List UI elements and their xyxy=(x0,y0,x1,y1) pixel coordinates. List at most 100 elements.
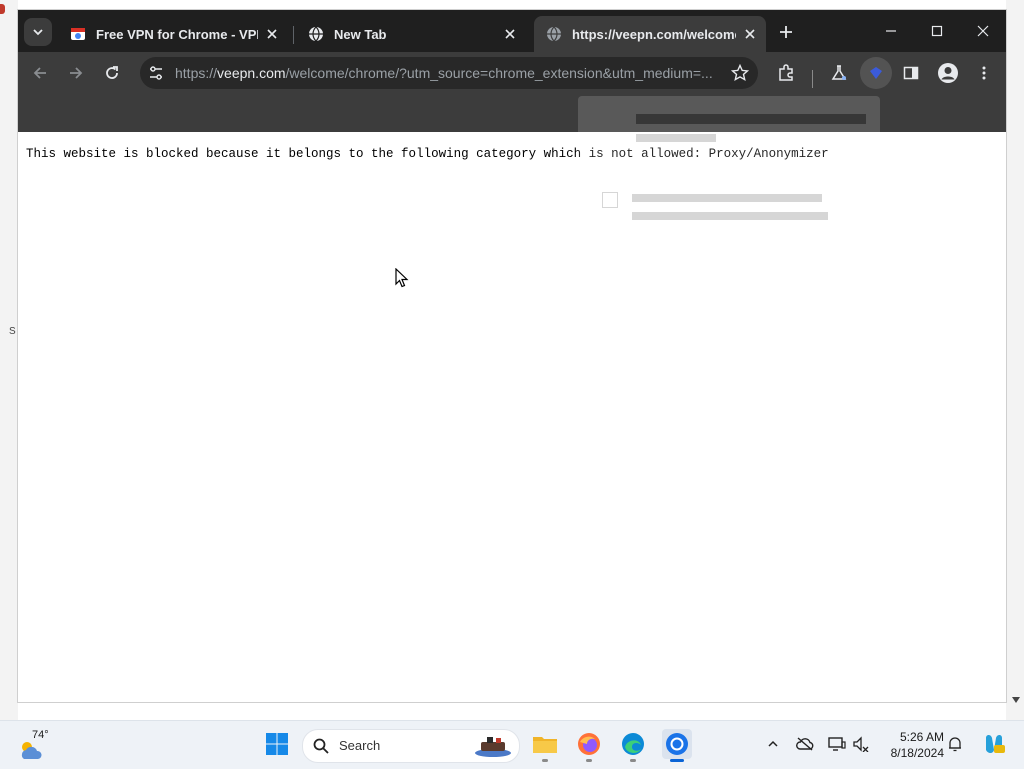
puzzle-icon xyxy=(779,64,793,81)
back-button[interactable] xyxy=(26,59,54,87)
close-icon xyxy=(977,25,989,37)
search-icon xyxy=(313,738,329,754)
faded-extension-popup xyxy=(578,96,880,246)
tab-veepn-welcome[interactable]: https://veepn.com/welcome/c xyxy=(534,16,766,52)
new-tab-button[interactable] xyxy=(776,22,796,42)
edge-icon xyxy=(622,733,644,755)
minimize-icon xyxy=(886,30,896,32)
scroll-down-arrow[interactable] xyxy=(1012,697,1020,703)
toolbar-divider xyxy=(812,70,813,88)
faded-text-line xyxy=(632,212,828,220)
profile-button[interactable] xyxy=(934,59,962,87)
maximize-button[interactable] xyxy=(922,18,952,44)
chevron-up-icon xyxy=(768,740,778,747)
desktop-edge-text: S xyxy=(9,326,16,337)
copilot-icon xyxy=(986,735,1005,753)
faded-text-line xyxy=(632,194,822,202)
minimize-button[interactable] xyxy=(876,18,906,44)
speaker-muted-icon xyxy=(853,736,869,752)
clock-date: 8/18/2024 xyxy=(890,746,944,760)
address-url[interactable]: https://veepn.com/welcome/chrome/?utm_so… xyxy=(175,65,723,81)
notifications-button[interactable] xyxy=(946,735,964,753)
tab-title: https://veepn.com/welcome/c xyxy=(572,26,736,42)
firefox-icon xyxy=(578,733,600,755)
faded-text-line xyxy=(636,134,716,142)
desktop-icon-fragment xyxy=(0,4,5,14)
more-vert-icon xyxy=(982,66,986,80)
running-indicator xyxy=(630,759,636,762)
maximize-icon xyxy=(931,25,943,37)
forward-button[interactable] xyxy=(62,59,90,87)
url-scheme: https:// xyxy=(175,65,218,81)
clock-time: 5:26 AM xyxy=(899,730,944,744)
faded-text-line xyxy=(636,114,866,124)
show-hidden-icons-button[interactable] xyxy=(764,735,782,753)
arrow-right-icon xyxy=(70,67,83,79)
faded-checkbox xyxy=(602,192,618,208)
flask-icon xyxy=(831,65,847,80)
labs-button[interactable] xyxy=(825,59,853,87)
tab-strip: Free VPN for Chrome - VPN Pr New Tab htt… xyxy=(18,10,1006,52)
bell-icon xyxy=(949,737,961,752)
start-button[interactable] xyxy=(262,729,292,759)
tab-separator xyxy=(293,26,294,44)
address-bar[interactable]: https://veepn.com/welcome/chrome/?utm_so… xyxy=(140,57,758,89)
tab-vpn-store[interactable]: Free VPN for Chrome - VPN Pr xyxy=(58,16,288,52)
onedrive-tray-button[interactable] xyxy=(796,735,814,753)
copilot-button[interactable] xyxy=(982,732,1006,756)
reload-button[interactable] xyxy=(98,59,126,87)
windows-taskbar: 74° Search 5:26 AM 8/18/2024 xyxy=(0,720,1024,769)
site-settings-icon[interactable] xyxy=(148,65,164,81)
browser-toolbar: https://veepn.com/welcome/chrome/?utm_so… xyxy=(18,52,1006,94)
vpn-store-icon xyxy=(70,26,86,42)
taskbar-file-explorer[interactable] xyxy=(530,729,560,762)
close-icon[interactable] xyxy=(262,24,282,44)
running-indicator xyxy=(670,759,684,762)
desktop-left-edge xyxy=(0,0,18,720)
taskbar-search[interactable]: Search xyxy=(302,729,520,763)
taskbar-firefox[interactable] xyxy=(574,729,604,762)
close-icon[interactable] xyxy=(500,24,520,44)
mouse-cursor-icon xyxy=(395,268,409,288)
cloud-sun-icon xyxy=(21,742,42,759)
bookmark-star-button[interactable] xyxy=(730,63,750,83)
arrow-left-icon xyxy=(33,67,46,79)
tab-title: Free VPN for Chrome - VPN Pr xyxy=(96,26,258,42)
menu-button[interactable] xyxy=(970,59,998,87)
running-indicator xyxy=(542,759,548,762)
star-icon xyxy=(731,64,749,82)
folder-icon xyxy=(533,737,557,753)
close-icon[interactable] xyxy=(740,24,760,44)
extensions-button[interactable] xyxy=(772,59,800,87)
tab-new-tab[interactable]: New Tab xyxy=(296,16,526,52)
globe-icon xyxy=(308,26,324,42)
display-icon xyxy=(828,737,846,751)
url-host: veepn.com xyxy=(217,65,286,81)
close-window-button[interactable] xyxy=(968,18,998,44)
search-highlight-icon xyxy=(475,737,511,757)
cloud-offline-icon xyxy=(796,737,814,751)
tab-search-button[interactable] xyxy=(24,18,52,46)
side-panel-icon xyxy=(903,66,919,80)
chevron-down-icon xyxy=(33,29,43,36)
vpn-extension-button[interactable] xyxy=(860,57,892,89)
taskbar-chrome[interactable] xyxy=(662,729,692,762)
taskbar-clock[interactable]: 5:26 AM 8/18/2024 xyxy=(880,729,944,761)
globe-icon xyxy=(546,26,562,42)
network-tray-button[interactable] xyxy=(828,735,846,753)
vpn-extension-icon xyxy=(870,67,882,79)
volume-tray-button[interactable] xyxy=(852,735,870,753)
desktop-right-edge xyxy=(1006,0,1024,720)
weather-widget[interactable]: 74° xyxy=(18,729,78,763)
tab-title: New Tab xyxy=(334,26,387,42)
taskbar-edge[interactable] xyxy=(618,729,648,762)
windows-logo-icon xyxy=(266,733,288,755)
search-label: Search xyxy=(339,738,381,753)
avatar-icon xyxy=(938,63,958,83)
side-panel-button[interactable] xyxy=(897,59,925,87)
running-indicator xyxy=(586,759,592,762)
chrome-icon xyxy=(666,733,688,755)
temperature-label: 74° xyxy=(32,729,49,741)
reload-icon xyxy=(106,66,118,79)
plus-icon xyxy=(780,26,792,38)
